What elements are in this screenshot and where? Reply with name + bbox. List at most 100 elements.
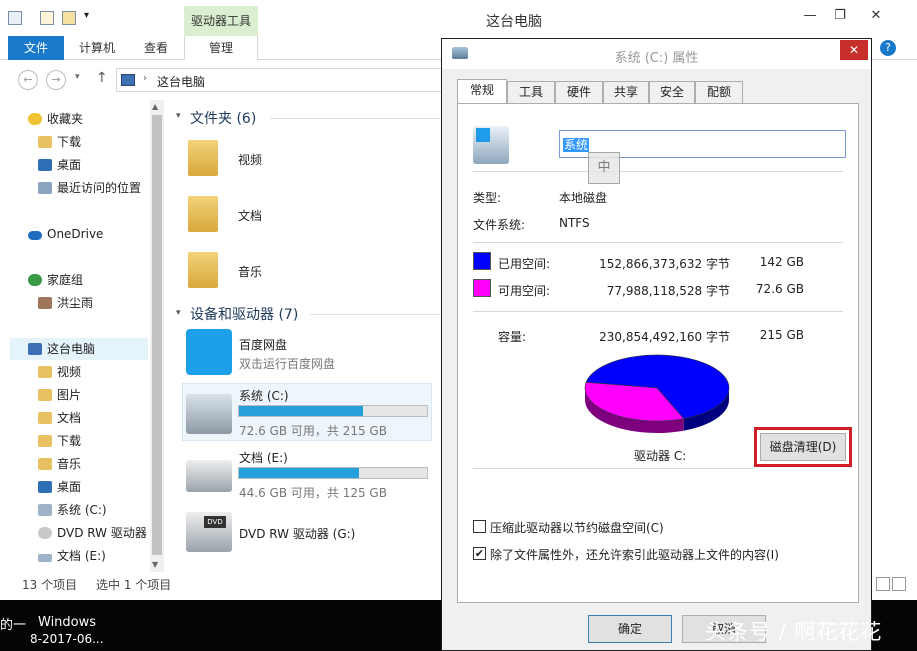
nav-item-onedrive[interactable]: OneDrive	[28, 223, 103, 245]
group-header-devices[interactable]: 设备和驱动器 (7)	[190, 304, 298, 324]
baidu-netdisk-icon[interactable]	[186, 329, 232, 375]
breadcrumb: 这台电脑	[157, 75, 206, 89]
nav-item-drive-c[interactable]: 系统 (C:)	[38, 499, 107, 521]
tab-tools[interactable]: 工具	[507, 81, 555, 103]
baidu-netdisk-name[interactable]: 百度网盘	[239, 336, 287, 353]
ok-button[interactable]: 确定	[588, 615, 672, 643]
nav-item-pictures[interactable]: 图片	[38, 384, 81, 406]
group-header-folders[interactable]: 文件夹 (6)	[190, 108, 256, 128]
compress-label[interactable]: 压缩此驱动器以节约磁盘空间(C)	[490, 519, 664, 536]
nav-item-homegroup[interactable]: 家庭组	[28, 269, 83, 291]
tab-manage[interactable]: 管理	[184, 36, 258, 60]
scroll-down-icon[interactable]: ▼	[152, 560, 158, 569]
selected-count: 选中 1 个项目	[96, 578, 172, 592]
nav-label: 最近访问的位置	[57, 181, 142, 195]
recent-locations-icon[interactable]: ▾	[75, 72, 80, 82]
nav-label: 家庭组	[47, 273, 84, 287]
nav-item-videos[interactable]: 视频	[38, 361, 81, 383]
index-label[interactable]: 除了文件属性外，还允许索引此驱动器上文件的内容(I)	[490, 546, 779, 563]
watermark: 头条号 / 啊花花花	[705, 620, 883, 644]
dvd-drive-name[interactable]: DVD RW 驱动器 (G:)	[239, 525, 355, 542]
drive-icon	[38, 504, 52, 516]
tab-hardware[interactable]: 硬件	[555, 81, 603, 103]
nav-item-desktop-2[interactable]: 桌面	[38, 476, 81, 498]
nav-label: 视频	[57, 365, 82, 379]
nav-label: 收藏夹	[47, 112, 84, 126]
used-space-bytes: 152,866,373,632 字节	[599, 257, 730, 271]
desktop-icon	[38, 481, 52, 493]
compress-checkbox[interactable]	[473, 520, 486, 533]
music-folder-icon[interactable]	[188, 252, 218, 288]
drive-e-info: 44.6 GB 可用，共 125 GB	[239, 486, 387, 500]
drive-name-selected-text: 系统	[563, 138, 590, 152]
disk-cleanup-button[interactable]: 磁盘清理(D)	[760, 433, 846, 461]
nav-label: 洪尘雨	[57, 296, 94, 310]
nav-item-this-pc[interactable]: 这台电脑	[10, 338, 148, 360]
dvd-drive-icon[interactable]: DVD	[186, 512, 232, 552]
index-checkbox[interactable]: ✔	[473, 547, 486, 560]
close-button[interactable]: ✕	[862, 6, 890, 26]
item-count: 13 个项目	[22, 578, 78, 592]
help-icon[interactable]: ?	[880, 40, 896, 56]
up-arrow-icon[interactable]: ↑	[96, 70, 108, 86]
nav-item-music[interactable]: 音乐	[38, 453, 81, 475]
tab-quota[interactable]: 配额	[695, 81, 743, 103]
nav-item-downloads-2[interactable]: 下载	[38, 430, 81, 452]
folder-label-documents[interactable]: 文档	[238, 207, 262, 224]
cloud-icon	[28, 231, 42, 240]
drive-icon[interactable]	[186, 460, 232, 492]
disk-usage-pie	[584, 354, 730, 433]
group-divider	[310, 314, 440, 315]
large-icons-view-icon[interactable]	[892, 577, 906, 591]
group-collapse-icon[interactable]: ▾	[176, 308, 181, 318]
nav-item-favorites[interactable]: 收藏夹	[28, 108, 83, 130]
details-view-icon[interactable]	[876, 577, 890, 591]
used-space-label: 已用空间:	[498, 257, 551, 271]
capacity-gb: 215 GB	[759, 328, 804, 342]
nav-scrollbar-thumb[interactable]	[152, 115, 162, 555]
nav-label: 下载	[57, 434, 82, 448]
star-icon	[28, 113, 42, 125]
address-bar[interactable]: › 这台电脑	[116, 68, 446, 92]
navigation-pane: 收藏夹 下载 桌面 最近访问的位置 OneDrive 家庭组 洪尘雨 这台电脑 …	[0, 100, 164, 572]
folder-label-videos[interactable]: 视频	[238, 151, 262, 168]
nav-item-downloads[interactable]: 下载	[38, 131, 81, 153]
minimize-button[interactable]: —	[796, 6, 824, 26]
dialog-close-button[interactable]: ✕	[840, 40, 868, 60]
drive-letter-label: 驱动器 C:	[634, 449, 687, 463]
forward-icon[interactable]: →	[46, 70, 66, 90]
folder-label-music[interactable]: 音乐	[238, 263, 262, 280]
nav-item-drive-e[interactable]: 文档 (E:)	[38, 545, 106, 567]
videos-folder-icon[interactable]	[188, 140, 218, 176]
back-icon[interactable]: ←	[18, 70, 38, 90]
documents-folder-icon	[38, 412, 52, 424]
nav-item-desktop[interactable]: 桌面	[38, 154, 81, 176]
free-space-label: 可用空间:	[498, 284, 551, 298]
nav-item-documents[interactable]: 文档	[38, 407, 81, 429]
nav-item-dvd[interactable]: DVD RW 驱动器	[38, 522, 147, 544]
tab-sharing[interactable]: 共享	[603, 81, 649, 103]
tab-security[interactable]: 安全	[649, 81, 695, 103]
group-collapse-icon[interactable]: ▾	[176, 111, 181, 121]
tab-view[interactable]: 查看	[130, 36, 182, 60]
nav-item-user[interactable]: 洪尘雨	[38, 292, 93, 314]
tab-file[interactable]: 文件	[8, 36, 64, 60]
drive-e-name[interactable]: 文档 (E:)	[239, 449, 288, 466]
taskbar-text: 的一	[0, 618, 27, 633]
nav-label: 这台电脑	[47, 342, 96, 356]
music-folder-icon	[38, 458, 52, 470]
filesystem-value: NTFS	[559, 216, 590, 230]
used-space-swatch	[473, 252, 491, 270]
computer-icon	[121, 74, 135, 86]
nav-label: DVD RW 驱动器	[57, 526, 147, 540]
documents-folder-icon[interactable]	[188, 196, 218, 232]
nav-label: 图片	[57, 388, 82, 402]
breadcrumb-chevron-icon: ›	[143, 73, 147, 84]
nav-item-recent[interactable]: 最近访问的位置	[38, 177, 141, 199]
scroll-up-icon[interactable]: ▲	[152, 102, 158, 111]
maximize-button[interactable]: ❐	[826, 6, 854, 26]
dvd-badge: DVD	[204, 516, 226, 528]
tab-general[interactable]: 常规	[457, 79, 507, 104]
tab-computer[interactable]: 计算机	[70, 36, 124, 60]
contextual-tab-drive-tools: 驱动器工具	[184, 6, 258, 36]
